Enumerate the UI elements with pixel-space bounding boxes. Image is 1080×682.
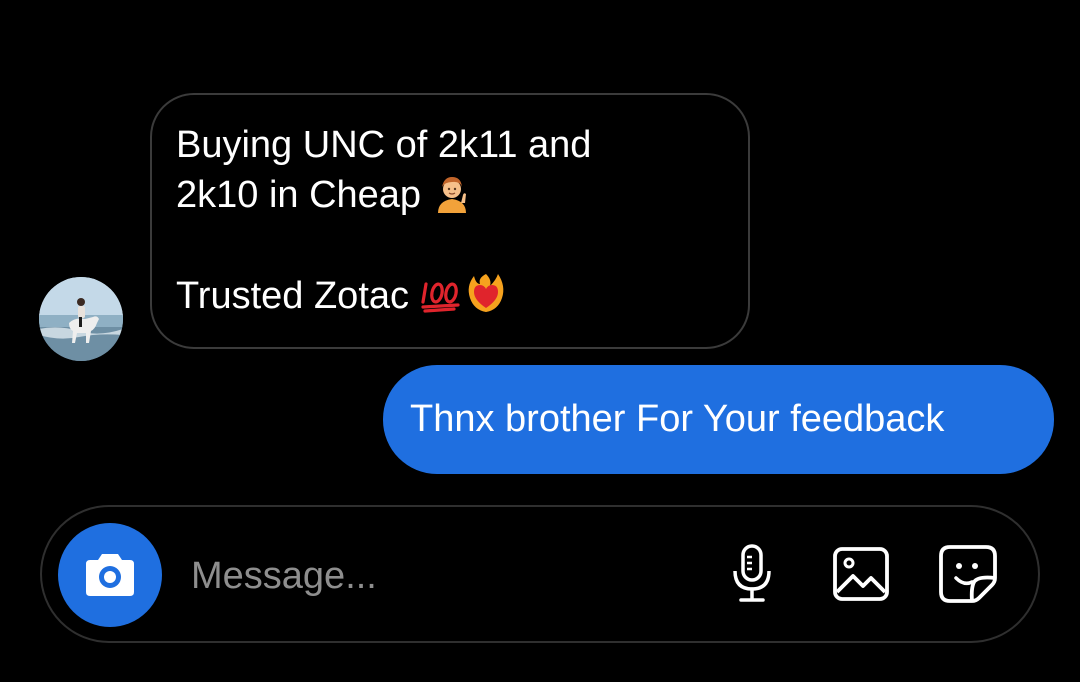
sticker-icon [939,545,997,603]
microphone-button[interactable] [719,541,785,607]
message-input[interactable] [189,545,693,607]
camera-button[interactable] [58,523,162,627]
incoming-message-bubble[interactable]: Buying UNC of 2k11 and 2k10 in Cheap Tru… [150,93,750,349]
microphone-icon [733,544,771,602]
avatar-photo [39,277,123,361]
chat-thread: Buying UNC of 2k11 and 2k10 in Cheap Tru… [0,0,1080,682]
gallery-button[interactable] [828,541,894,607]
message-composer [40,505,1040,643]
sticker-button[interactable] [935,541,1001,607]
outgoing-message-bubble[interactable]: Thnx brother For Your feedback [383,365,1054,474]
sender-avatar[interactable] [39,277,123,361]
heart-on-fire-emoji [468,274,503,312]
hundred-points-emoji [420,282,460,313]
person-tipping-hand-emoji [437,177,466,213]
incoming-message-line-1: Buying UNC of 2k11 and [176,124,592,166]
gallery-icon [833,547,889,601]
incoming-message-line-3: Trusted Zotac [176,270,724,321]
incoming-message-line-2: 2k10 in Cheap [176,170,724,220]
camera-icon [86,554,134,596]
